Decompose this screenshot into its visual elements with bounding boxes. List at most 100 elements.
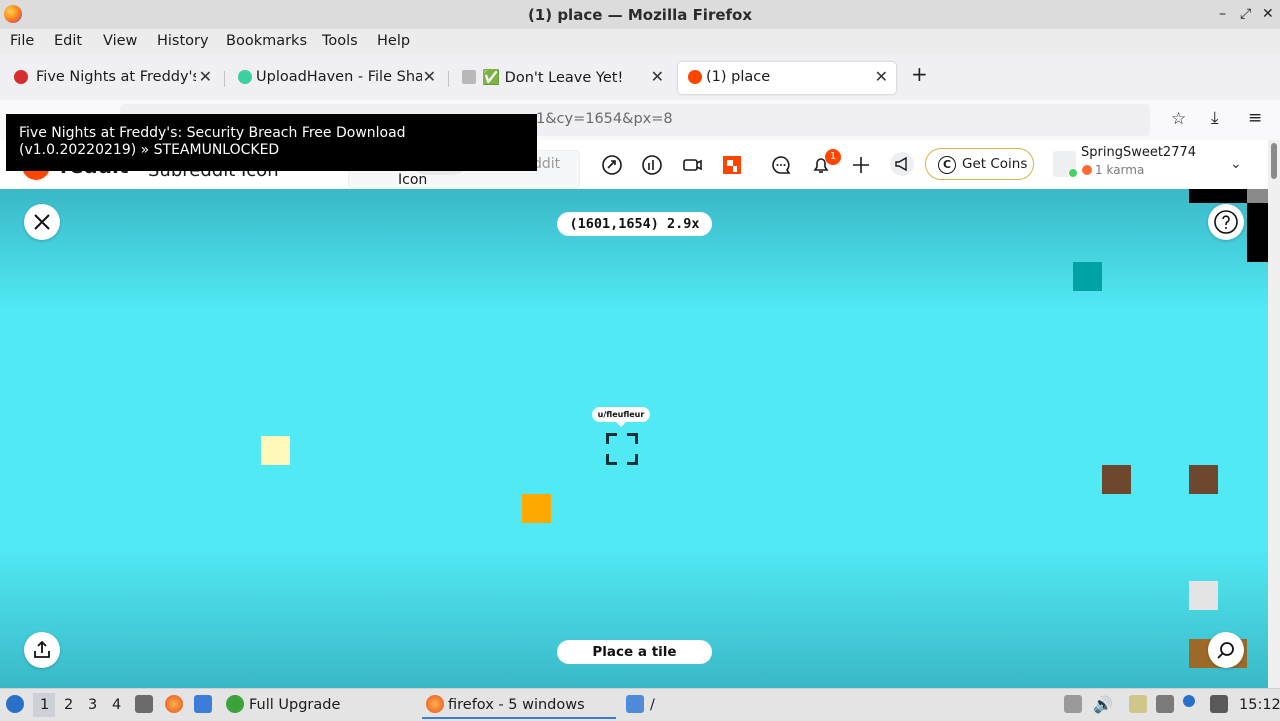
file-manager-icon[interactable] — [135, 695, 153, 713]
help-button[interactable] — [1208, 204, 1244, 240]
place-canvas[interactable]: (1601,1654) 2.9x u/fleufleur Place a til… — [0, 189, 1268, 688]
tab-close-icon[interactable]: ✕ — [423, 67, 436, 86]
volume-icon[interactable]: 🔊 — [1093, 695, 1113, 714]
menu-edit[interactable]: Edit — [54, 33, 82, 49]
fnaf-icon — [14, 70, 28, 84]
place-tile-button[interactable]: Place a tile — [557, 640, 712, 664]
firefox-icon — [426, 695, 444, 713]
tab-label: (1) place — [706, 69, 771, 85]
tab-fnaf[interactable]: Five Nights at Freddy's: ✕ — [4, 62, 220, 94]
place-icon[interactable] — [721, 154, 743, 176]
firefox-windows-task[interactable]: firefox - 5 windows — [448, 697, 585, 713]
chevron-down-icon[interactable]: ⌄ — [1230, 156, 1242, 172]
gear-icon[interactable] — [226, 695, 244, 713]
folder-task[interactable]: / — [650, 697, 655, 713]
workspace-1[interactable]: 1 — [40, 697, 49, 713]
scrollbar-thumb[interactable] — [1271, 143, 1277, 179]
terminal-icon[interactable] — [194, 695, 212, 713]
tab-close-icon[interactable]: ✕ — [199, 67, 212, 86]
keyboard-icon[interactable] — [1210, 695, 1228, 713]
network-icon[interactable] — [1156, 695, 1174, 713]
bookmark-star-icon[interactable]: ☆ — [1171, 109, 1186, 129]
canvas-bottom-shade — [0, 548, 1268, 688]
advertise-megaphone-icon[interactable] — [890, 152, 914, 176]
search-button[interactable] — [1208, 632, 1244, 668]
start-menu-icon[interactable] — [6, 695, 24, 713]
full-upgrade-task[interactable]: Full Upgrade — [249, 697, 340, 713]
workspace-4[interactable]: 4 — [112, 697, 121, 713]
username[interactable]: SpringSweet2774 — [1081, 145, 1196, 160]
new-tab-button[interactable]: + — [911, 62, 928, 86]
tab-separator — [224, 71, 225, 87]
clipboard-icon[interactable] — [1064, 695, 1082, 713]
karma-icon — [1082, 165, 1092, 175]
chat-icon[interactable] — [770, 154, 792, 176]
pixel-brown — [1189, 465, 1218, 494]
tab-close-icon[interactable]: ✕ — [651, 67, 664, 86]
get-coins-button[interactable]: C Get Coins — [925, 148, 1034, 180]
coordinates-zoom-readout: (1601,1654) 2.9x — [557, 212, 712, 236]
share-button[interactable] — [24, 632, 60, 668]
window-titlebar: (1) place — Mozilla Firefox – ⤢ ✕ — [0, 0, 1280, 29]
get-coins-label: Get Coins — [962, 156, 1028, 172]
icon-label: Icon — [398, 172, 428, 188]
tab-dont-leave[interactable]: ✅ Don't Leave Yet! ✕ — [452, 62, 672, 94]
tab-close-icon[interactable]: ✕ — [875, 67, 888, 86]
folder-icon — [626, 695, 644, 713]
karma-count: 1 karma — [1095, 163, 1145, 177]
clock: 15:12 — [1239, 697, 1280, 713]
tab-label: UploadHaven - File Sharin — [256, 69, 422, 85]
share-icon — [34, 640, 50, 658]
selection-reticle — [604, 431, 640, 467]
workspace-2[interactable]: 2 — [64, 697, 73, 713]
pixel-brown — [1102, 465, 1131, 494]
pixel-light-yellow — [261, 436, 290, 465]
pixel-gray — [1247, 189, 1268, 203]
menu-help[interactable]: Help — [377, 33, 410, 49]
uploadhaven-cloud-icon — [238, 70, 252, 84]
search-placeholder: ddit — [533, 156, 561, 172]
reddit-icon — [688, 70, 702, 84]
close-window-button[interactable]: ✕ — [1262, 6, 1274, 22]
workspace-3[interactable]: 3 — [88, 697, 97, 713]
firefox-icon[interactable] — [165, 695, 183, 713]
pixel-black — [1247, 203, 1268, 262]
explore-icon[interactable] — [641, 154, 663, 176]
menu-view[interactable]: View — [103, 33, 137, 49]
search-icon — [1217, 642, 1234, 659]
menu-bookmarks[interactable]: Bookmarks — [226, 33, 307, 49]
video-icon[interactable] — [681, 154, 703, 176]
menu-file[interactable]: File — [10, 33, 34, 49]
page-scrollbar[interactable] — [1268, 140, 1280, 688]
tab-uploadhaven[interactable]: UploadHaven - File Sharin ✕ — [228, 62, 444, 94]
updates-icon[interactable] — [1183, 695, 1195, 707]
notes-icon[interactable] — [1129, 695, 1147, 713]
tab-separator — [448, 71, 449, 87]
coin-icon: C — [938, 156, 956, 174]
active-task-underline — [422, 717, 616, 719]
window-title: (1) place — Mozilla Firefox — [527, 6, 753, 24]
restore-button[interactable]: ⤢ — [1240, 6, 1251, 22]
menu-tools[interactable]: Tools — [322, 33, 358, 49]
minimize-button[interactable]: – — [1219, 6, 1226, 22]
create-post-plus-icon[interactable] — [850, 154, 872, 176]
tab-bar: Five Nights at Freddy's: ✕ UploadHaven -… — [0, 54, 1280, 100]
taskbar: 1 2 3 4 Full Upgrade firefox - 5 windows… — [0, 688, 1280, 721]
pixel-orange — [522, 494, 551, 523]
menu-bar: File Edit View History Bookmarks Tools H… — [0, 29, 1280, 54]
menu-history[interactable]: History — [157, 33, 209, 49]
notification-count-badge: 1 — [825, 149, 841, 165]
pixel-black — [1189, 189, 1247, 203]
downloads-icon[interactable]: ⤓ — [1211, 108, 1219, 128]
generic-page-icon — [462, 70, 476, 84]
online-status-dot — [1068, 168, 1078, 178]
popular-icon[interactable] — [601, 154, 623, 176]
tab-label: Five Nights at Freddy's: — [36, 69, 196, 85]
pixel-owner-tag: u/fleufleur — [592, 407, 650, 427]
tab-place[interactable]: (1) place ✕ — [678, 62, 896, 94]
app-menu-icon[interactable]: ≡ — [1248, 108, 1262, 128]
close-place-button[interactable] — [24, 204, 60, 240]
pixel-light-gray — [1189, 581, 1218, 610]
url-text[interactable]: 1&cy=1654&px=8 — [536, 111, 673, 127]
help-icon — [1214, 210, 1238, 234]
